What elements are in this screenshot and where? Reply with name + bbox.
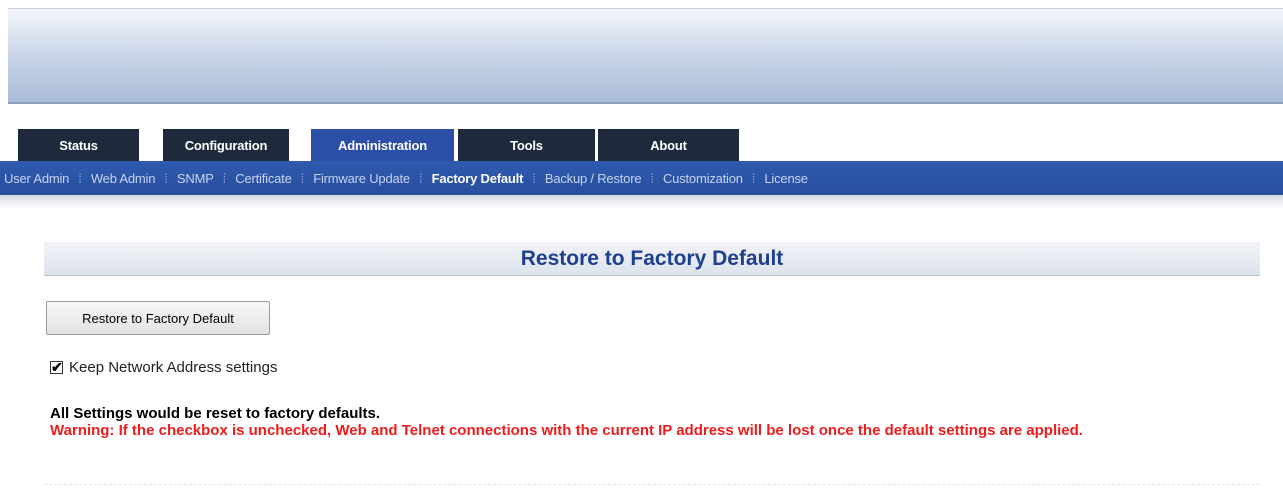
subnav-separator: ⁞ xyxy=(532,170,536,186)
info-message: All Settings would be reset to factory d… xyxy=(50,405,1250,439)
subnav-separator: ⁞ xyxy=(78,170,82,186)
subnav-firmware-update[interactable]: Firmware Update xyxy=(309,171,414,186)
subnav-shadow xyxy=(0,195,1283,209)
subnav-separator: ⁞ xyxy=(418,170,423,186)
subnav-factory-default[interactable]: Factory Default xyxy=(428,171,528,186)
keep-network-label: Keep Network Address settings xyxy=(69,359,278,376)
subnav-separator: ⁞ xyxy=(222,170,227,186)
subnav-separator: ⁞ xyxy=(164,170,168,186)
checkmark-icon: ✔ xyxy=(51,359,63,375)
keep-network-checkbox[interactable]: ✔ xyxy=(50,359,63,375)
sub-navigation: User Admin ⁞ Web Admin ⁞ SNMP ⁞ Certific… xyxy=(0,161,1283,195)
subnav-snmp[interactable]: SNMP xyxy=(173,171,218,186)
tab-status[interactable]: Status xyxy=(18,129,139,161)
restore-factory-default-button[interactable]: Restore to Factory Default xyxy=(46,301,270,335)
subnav-customization[interactable]: Customization xyxy=(659,171,747,186)
subnav-web-admin[interactable]: Web Admin xyxy=(87,171,159,186)
warning-text: Warning: If the checkbox is unchecked, W… xyxy=(50,422,1083,439)
tab-administration[interactable]: Administration xyxy=(311,129,454,161)
header-banner xyxy=(8,8,1283,104)
tab-configuration[interactable]: Configuration xyxy=(163,129,289,161)
subnav-user-admin[interactable]: User Admin xyxy=(0,171,73,186)
reset-notice-text: All Settings would be reset to factory d… xyxy=(50,405,381,422)
subnav-separator: ⁞ xyxy=(650,170,654,186)
subnav-certificate[interactable]: Certificate xyxy=(231,171,295,186)
subnav-separator: ⁞ xyxy=(300,170,305,186)
subnav-separator: ⁞ xyxy=(751,170,756,186)
subnav-backup-restore[interactable]: Backup / Restore xyxy=(541,171,646,186)
subnav-license[interactable]: License xyxy=(760,171,811,186)
tab-about[interactable]: About xyxy=(598,129,739,161)
keep-network-row: ✔ Keep Network Address settings xyxy=(50,359,277,376)
section-header: Restore to Factory Default xyxy=(44,242,1260,276)
page-title: Restore to Factory Default xyxy=(520,247,784,270)
tab-tools[interactable]: Tools xyxy=(458,129,595,161)
divider xyxy=(44,484,1260,486)
